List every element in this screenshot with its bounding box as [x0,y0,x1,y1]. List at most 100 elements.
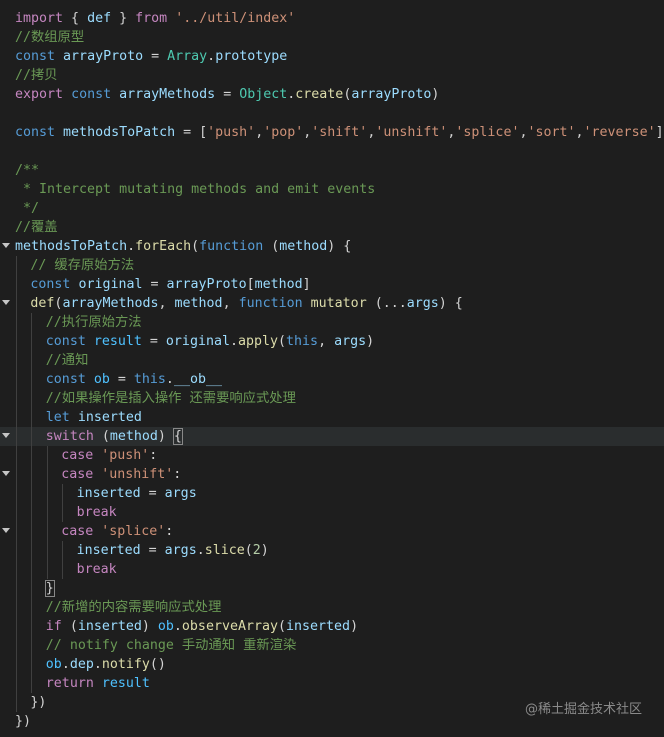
fold-chevron-icon[interactable] [2,300,10,305]
code-token: const [15,49,56,64]
code-token: args [164,543,197,558]
code-token: def [30,296,55,311]
code-token: { [63,11,88,26]
code-token: import [15,11,64,26]
code-line[interactable]: let inserted [0,408,664,427]
code-line[interactable]: import { def } from '../util/index' [0,9,664,28]
code-line[interactable]: const methodsToPatch = ['push','pop','sh… [0,123,664,142]
code-token: args [334,334,367,349]
code-text: //如果操作是插入操作 还需要响应式处理 [46,389,296,408]
code-token: = [141,334,166,349]
code-text: const ob = this.__ob__ [46,370,222,389]
code-text: */ [15,199,39,218]
code-text: inserted = args.slice(2) [77,541,269,560]
code-line[interactable]: /** [0,161,664,180]
code-line[interactable]: //新增的内容需要响应式处理 [0,598,664,617]
code-text: let inserted [46,408,142,427]
code-token: method [109,429,158,444]
code-token: method [254,277,303,292]
code-token: case [61,524,94,539]
code-text: const methodsToPatch = ['push','pop','sh… [15,123,664,142]
code-token: }) [15,714,32,729]
code-token: }) [30,695,47,710]
code-token: inserted [77,410,142,425]
code-line[interactable]: //如果操作是插入操作 还需要响应式处理 [0,389,664,408]
code-token: create [295,87,344,102]
code-token: , [575,125,584,140]
code-line[interactable]: const result = original.apply(this, args… [0,332,664,351]
code-token: ob [45,657,62,672]
code-token: apply [237,334,279,349]
code-token: //通知 [45,353,89,368]
code-text: case 'splice': [61,522,173,541]
code-token: //数组原型 [15,30,85,45]
code-token: ( [244,543,253,558]
code-token: ( [61,619,78,634]
fold-chevron-icon[interactable] [2,433,10,438]
code-token: //覆盖 [15,220,58,235]
code-line[interactable]: //数组原型 [0,28,664,47]
code-line[interactable]: inserted = args [0,484,664,503]
code-token: '../util/index' [175,11,296,26]
code-token: notify [101,657,150,672]
fold-chevron-icon[interactable] [2,243,10,248]
code-line[interactable]: const original = arrayProto[method] [0,275,664,294]
code-line[interactable]: ob.dep.notify() [0,655,664,674]
code-text: /** [15,161,39,180]
code-line[interactable]: case 'unshift': [0,465,664,484]
code-token: method [174,296,223,311]
code-token: ) { [327,239,352,254]
code-line[interactable]: def(arrayMethods, method, function mutat… [0,294,664,313]
code-token: . [196,543,205,558]
code-line[interactable]: //拷贝 [0,66,664,85]
code-line[interactable]: const arrayProto = Array.prototype [0,47,664,66]
code-line[interactable]: inserted = args.slice(2) [0,541,664,560]
code-token: this [133,372,166,387]
code-token: ] [302,277,311,292]
code-line[interactable]: //执行原始方法 [0,313,664,332]
code-line[interactable]: // 缓存原始方法 [0,256,664,275]
code-token: inserted [76,543,141,558]
code-line[interactable]: switch (method) { [0,427,664,446]
code-line[interactable]: * Intercept mutating methods and emit ev… [0,180,664,199]
code-line[interactable] [0,104,664,123]
code-token: ) [157,429,174,444]
code-token: ) [141,619,158,634]
code-token: from [135,11,168,26]
code-token: * Intercept mutating methods and emit ev… [15,182,376,197]
code-line[interactable]: case 'push': [0,446,664,465]
code-token: ] [655,125,664,140]
code-line[interactable]: break [0,503,664,522]
fold-chevron-icon[interactable] [2,528,10,533]
code-line[interactable]: */ [0,199,664,218]
code-token: 'pop' [263,125,304,140]
code-token: arrayMethods [62,296,159,311]
code-line[interactable]: export const arrayMethods = Object.creat… [0,85,664,104]
code-token: function [199,239,264,254]
fold-chevron-icon[interactable] [2,471,10,476]
code-line[interactable]: // notify change 手动通知 重新渲染 [0,636,664,655]
code-token: : [165,524,174,539]
code-line[interactable]: case 'splice': [0,522,664,541]
code-text: case 'push': [61,446,157,465]
code-token: break [76,505,117,520]
code-line[interactable]: //通知 [0,351,664,370]
code-text: const result = original.apply(this, args… [46,332,374,351]
code-token: 'splice' [101,524,166,539]
code-line[interactable]: return result [0,674,664,693]
code-line[interactable]: //覆盖 [0,218,664,237]
code-line[interactable]: if (inserted) ob.observeArray(inserted) [0,617,664,636]
code-line[interactable]: break [0,560,664,579]
code-token: original [165,334,230,349]
code-text: def(arrayMethods, method, function mutat… [30,294,462,313]
code-line[interactable]: methodsToPatch.forEach(function (method)… [0,237,664,256]
code-token: def [87,11,112,26]
code-editor[interactable]: import { def } from '../util/index' //数组原… [0,0,664,737]
code-line[interactable]: } [0,579,664,598]
code-line[interactable] [0,142,664,161]
code-token: //执行原始方法 [45,315,142,330]
code-line[interactable]: const ob = this.__ob__ [0,370,664,389]
